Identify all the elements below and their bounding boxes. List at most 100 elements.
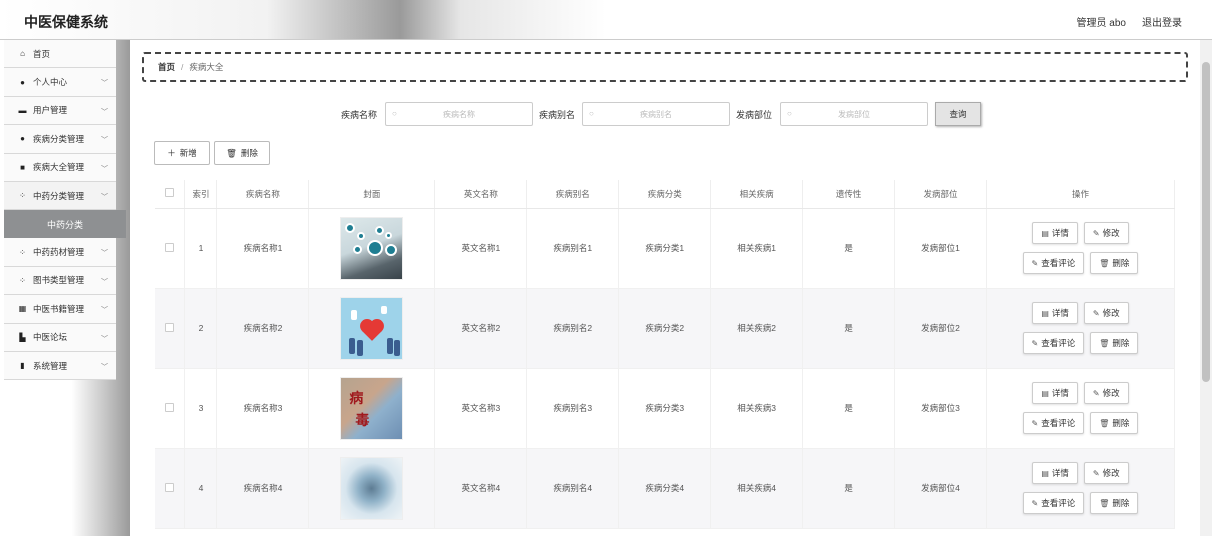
detail-button[interactable]: ▤ 详情 [1032,462,1078,484]
select-all-checkbox[interactable] [165,188,175,198]
table-row: 2 疾病名称2 英文名称2 疾病别名2 疾病分类2 相关疾病2 是 发病部位2 … [155,288,1176,369]
scrollbar-thumb[interactable] [1202,62,1210,382]
sidebar-item-tcm-books[interactable]: ▦ 中医书籍管理 ﹀ [4,295,116,324]
column-header: 英文名称 [434,180,528,209]
view-comments-button[interactable]: ✎ 查看评论 [1022,412,1085,434]
cover-image [340,216,404,280]
breadcrumb-home[interactable]: 首页 [158,61,175,73]
sidebar-item-book-type[interactable]: ⁘ 图书类型管理 ﹀ [4,266,116,296]
table-row: 4 疾病名称4 英文名称4 疾病别名4 疾病分类4 相关疾病4 是 发病部位4 … [155,448,1176,529]
sidebar-item-label: 中药药材管理 [33,247,85,258]
plus-icon: ＋ [167,148,176,158]
table-row: 3 疾病名称3 病 毒 英文名称3 疾病别名3 疾病分类3 相关疾病3 是 发病… [155,368,1176,449]
grid-icon: ⁘ [19,247,26,257]
cell-hereditary: 是 [802,208,896,289]
cell-category: 疾病分类1 [618,208,712,289]
view-comments-button[interactable]: ✎ 查看评论 [1022,492,1085,514]
grid-icon: ⁘ [19,191,26,201]
card-icon: ▬ [18,105,27,115]
cell-site: 发病部位4 [894,448,987,529]
cell-index: 1 [184,208,218,289]
search-input-affected-site[interactable]: ○ 发病部位 [780,102,928,126]
sidebar-item-herb-material[interactable]: ⁘ 中药药材管理 ﹀ [4,238,116,267]
query-button[interactable]: 查询 [935,102,981,126]
delete-button[interactable]: 🗑 删除 [1090,332,1139,354]
document-icon: ▤ [1041,228,1049,238]
main-content: 首页 / 疾病大全 疾病名称 ○ 疾病名称 疾病别名 ○ 疾病别名 发病部位 ○… [130,40,1200,536]
user-icon: ● [20,134,25,144]
vertical-scrollbar[interactable] [1200,40,1212,536]
search-input-disease-name[interactable]: ○ 疾病名称 [385,102,533,126]
cell-category: 疾病分类3 [618,368,712,449]
sidebar-item-home[interactable]: ⌂ 首页 [4,40,116,69]
cell-english-name: 英文名称4 [434,448,528,529]
comments-label: 查看评论 [1041,418,1076,428]
sidebar-item-disease-category[interactable]: ● 疾病分类管理 ﹀ [4,125,116,154]
cover-image: 病 毒 [340,376,404,440]
edit-button[interactable]: ✎ 修改 [1083,462,1129,484]
cell-english-name: 英文名称1 [434,208,528,289]
delete-button[interactable]: 🗑 删除 [1090,252,1139,274]
chevron-down-icon: ﹀ [101,137,108,145]
app-title: 中医保健系统 [24,14,108,30]
search-input-disease-alias[interactable]: ○ 疾病别名 [582,102,730,126]
cell-hereditary: 是 [802,448,896,529]
detail-button[interactable]: ▤ 详情 [1032,302,1078,324]
sidebar-item-label: 中药分类管理 [33,190,85,201]
submenu-item-herb-category[interactable]: 中药分类 [4,210,126,239]
row-checkbox[interactable] [165,242,175,252]
sidebar-item-herb-category[interactable]: ⁘ 中药分类管理 ﹀ [4,181,116,211]
edit-button[interactable]: ✎ 修改 [1083,222,1129,244]
column-header: 相关疾病 [710,180,804,209]
trash-icon: 🗑 [1099,498,1110,508]
sidebar-item-disease-encyclopedia[interactable]: ■ 疾病大全管理 ﹀ [4,153,116,182]
sidebar-item-tcm-forum[interactable]: ▙ 中医论坛 ﹀ [4,323,116,352]
sidebar-item-user-management[interactable]: ▬ 用户管理 ﹀ [4,96,116,126]
sidebar-item-system-management[interactable]: ▮ 系统管理 ﹀ [4,351,116,381]
detail-button[interactable]: ▤ 详情 [1032,382,1078,404]
chevron-down-icon: ﹀ [101,165,108,173]
batch-delete-button[interactable]: 🗑 删除 [214,141,270,165]
view-comments-button[interactable]: ✎ 查看评论 [1022,252,1085,274]
row-checkbox[interactable] [165,482,175,492]
chevron-down-icon: ﹀ [101,80,108,88]
cell-disease-name: 疾病名称3 [216,368,310,449]
edit-button[interactable]: ✎ 修改 [1083,302,1129,324]
detail-button[interactable]: ▤ 详情 [1032,222,1078,244]
edit-button[interactable]: ✎ 修改 [1083,382,1129,404]
pencil-icon: ✎ [1031,338,1039,348]
grid-icon: ⁘ [19,275,26,285]
chevron-down-icon: ﹀ [101,250,108,258]
sidebar: ⌂ 首页 ● 个人中心 ﹀ ▬ 用户管理 ﹀ ● 疾病分类管理 ﹀ ■ 疾病大全… [0,40,130,536]
cell-related: 相关疾病4 [710,448,804,529]
cell-category: 疾病分类2 [618,288,712,369]
delete-button[interactable]: 🗑 删除 [1090,492,1139,514]
cell-cover: 病 毒 [308,368,436,449]
delete-button[interactable]: 🗑 删除 [1090,412,1139,434]
cover-image [340,456,404,520]
row-checkbox-cell [155,288,186,369]
side-menu: ⌂ 首页 ● 个人中心 ﹀ ▬ 用户管理 ﹀ ● 疾病分类管理 ﹀ ■ 疾病大全… [4,40,126,381]
column-header: 索引 [184,180,218,209]
add-button-label: 新增 [179,148,197,158]
cell-actions: ▤ 详情 ✎ 修改 ✎ 查看评论 🗑 删除 [986,448,1176,529]
row-checkbox-cell [155,448,186,529]
comments-label: 查看评论 [1041,258,1076,268]
view-comments-button[interactable]: ✎ 查看评论 [1022,332,1085,354]
cell-hereditary: 是 [802,368,896,449]
pencil-icon: ✎ [1092,228,1100,238]
cell-site: 发病部位3 [894,368,987,449]
user-icon: ● [20,77,25,87]
sidebar-item-label: 用户管理 [33,105,68,116]
cell-category: 疾病分类4 [618,448,712,529]
search-label-disease-alias: 疾病别名 [539,110,576,120]
row-checkbox[interactable] [165,402,175,412]
cell-actions: ▤ 详情 ✎ 修改 ✎ 查看评论 🗑 删除 [986,368,1176,449]
logout-link[interactable]: 退出登录 [1142,14,1182,29]
row-checkbox[interactable] [165,322,175,332]
breadcrumb-current: 疾病大全 [189,62,224,72]
home-icon: ⌂ [20,49,25,59]
sidebar-item-personal-center[interactable]: ● 个人中心 ﹀ [4,68,116,97]
cell-related: 相关疾病3 [710,368,804,449]
add-button[interactable]: ＋ 新增 [154,141,210,165]
